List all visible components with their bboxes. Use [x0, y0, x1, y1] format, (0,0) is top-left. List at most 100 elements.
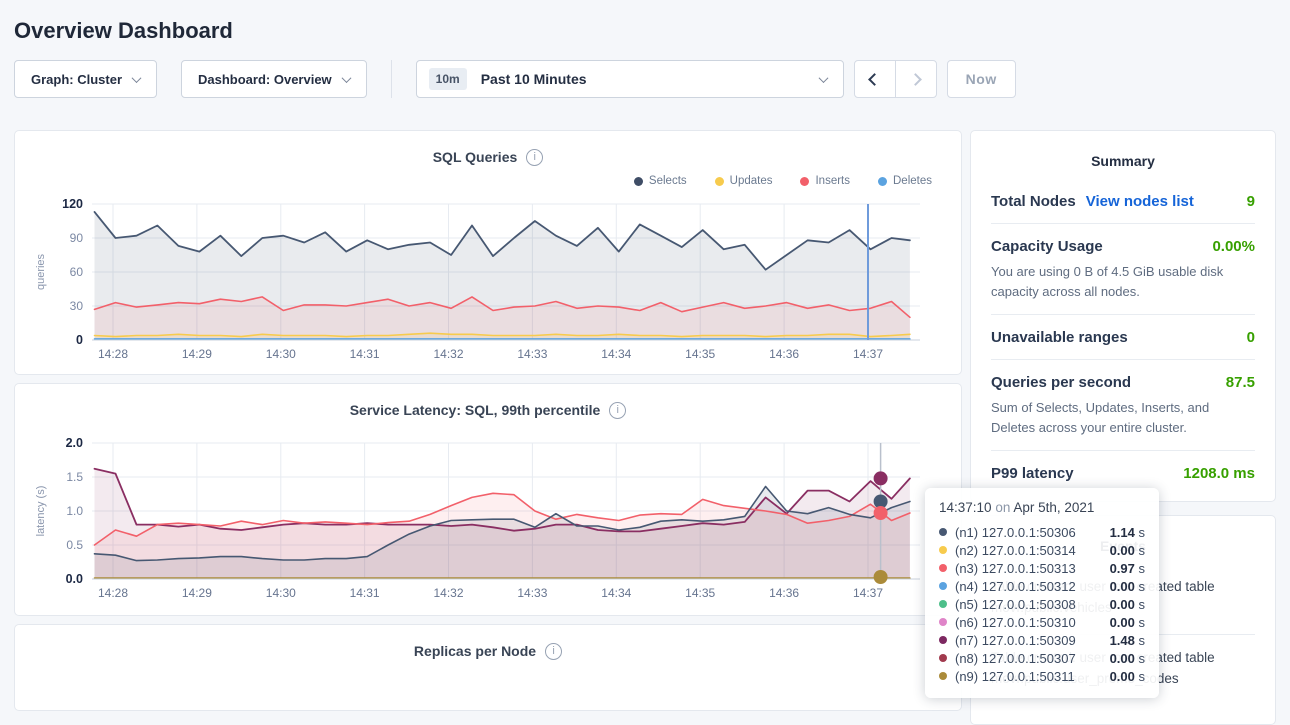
- svg-text:14:34: 14:34: [601, 347, 631, 361]
- svg-text:14:31: 14:31: [350, 347, 380, 361]
- svg-text:2.0: 2.0: [66, 436, 83, 450]
- tooltip-node-value: 0.00 s: [1110, 615, 1145, 630]
- summary-row: Capacity Usage0.00%You are using 0 B of …: [991, 224, 1255, 315]
- time-range-selector[interactable]: 10m Past 10 Minutes: [416, 60, 844, 98]
- legend-dot-icon: [800, 177, 809, 186]
- service-latency-card: Service Latency: SQL, 99th percentile i …: [14, 383, 962, 616]
- legend-label: Deletes: [893, 175, 932, 187]
- tooltip-node-row: (n6) 127.0.0.1:50310 0.00 s: [939, 613, 1145, 631]
- summary-value: 0: [1247, 329, 1255, 346]
- controls-divider: [391, 60, 392, 98]
- svg-text:14:33: 14:33: [517, 347, 547, 361]
- legend-dot-icon: [634, 177, 643, 186]
- svg-text:14:28: 14:28: [98, 586, 128, 600]
- now-button[interactable]: Now: [947, 60, 1016, 98]
- graph-dropdown-label: Graph: Cluster: [31, 72, 122, 87]
- tooltip-node-label: (n6) 127.0.0.1:50310: [955, 615, 1076, 630]
- svg-text:1.0: 1.0: [66, 504, 83, 518]
- svg-text:0: 0: [76, 333, 83, 347]
- legend-label: Inserts: [815, 175, 850, 187]
- info-icon[interactable]: i: [609, 402, 626, 419]
- svg-text:queries: queries: [35, 253, 47, 290]
- svg-text:14:35: 14:35: [685, 586, 715, 600]
- svg-text:60: 60: [70, 265, 84, 279]
- legend-item-updates[interactable]: Updates: [715, 175, 773, 187]
- tooltip-node-label: (n8) 127.0.0.1:50307: [955, 651, 1076, 666]
- svg-text:14:31: 14:31: [350, 586, 380, 600]
- summary-label: P99 latency: [991, 465, 1074, 482]
- svg-text:120: 120: [62, 197, 83, 211]
- svg-text:14:29: 14:29: [182, 586, 212, 600]
- tooltip-node-row: (n5) 127.0.0.1:50308 0.00 s: [939, 595, 1145, 613]
- page-title: Overview Dashboard: [14, 18, 1276, 44]
- tooltip-node-label: (n5) 127.0.0.1:50308: [955, 597, 1076, 612]
- svg-text:14:35: 14:35: [685, 347, 715, 361]
- series-dot-icon: [939, 546, 947, 554]
- svg-text:14:36: 14:36: [769, 347, 799, 361]
- legend-dot-icon: [878, 177, 887, 186]
- legend-item-deletes[interactable]: Deletes: [878, 175, 932, 187]
- svg-text:14:33: 14:33: [517, 586, 547, 600]
- series-dot-icon: [939, 528, 947, 536]
- summary-label: Queries per second: [991, 374, 1131, 391]
- charts-column: SQL Queries i Selects Updates Inserts Delet…: [14, 130, 962, 711]
- tooltip-node-value: 0.00 s: [1110, 651, 1145, 666]
- tooltip-node-row: (n8) 127.0.0.1:50307 0.00 s: [939, 649, 1145, 667]
- time-step-buttons: [854, 60, 937, 98]
- tooltip-node-label: (n1) 127.0.0.1:50306: [955, 525, 1076, 540]
- time-prev-button[interactable]: [855, 61, 895, 97]
- sql-queries-legend: Selects Updates Inserts Deletes: [30, 172, 932, 190]
- summary-label: Unavailable ranges: [991, 329, 1128, 346]
- tooltip-node-value: 1.48 s: [1110, 633, 1145, 648]
- svg-text:0.5: 0.5: [66, 538, 83, 552]
- service-latency-chart[interactable]: 0.00.51.01.52.014:2814:2914:3014:3114:32…: [30, 427, 948, 607]
- tooltip-node-value: 0.00 s: [1110, 597, 1145, 612]
- sql-queries-title: SQL Queries: [433, 149, 518, 165]
- sql-queries-card: SQL Queries i Selects Updates Inserts Delet…: [14, 130, 962, 375]
- summary-rows: Total Nodes View nodes list 9 Capacity Usag…: [991, 179, 1255, 495]
- tooltip-node-value: 0.00 s: [1110, 543, 1145, 558]
- info-icon[interactable]: i: [526, 149, 543, 166]
- tooltip-node-value: 0.97 s: [1110, 561, 1145, 576]
- info-icon[interactable]: i: [545, 643, 562, 660]
- tooltip-node-label: (n3) 127.0.0.1:50313: [955, 561, 1076, 576]
- summary-row: Unavailable ranges 0: [991, 315, 1255, 360]
- chevron-down-icon: [341, 73, 351, 83]
- legend-label: Updates: [730, 175, 773, 187]
- chevron-down-icon: [132, 73, 142, 83]
- series-dot-icon: [939, 564, 947, 572]
- legend-item-inserts[interactable]: Inserts: [800, 175, 850, 187]
- chart-tooltip: 14:37:10 on Apr 5th, 2021 (n1) 127.0.0.1…: [925, 488, 1159, 698]
- summary-description: You are using 0 B of 4.5 GiB usable disk…: [991, 262, 1255, 301]
- tooltip-node-row: (n3) 127.0.0.1:50313 0.97 s: [939, 559, 1145, 577]
- summary-value: 1208.0 ms: [1183, 465, 1255, 482]
- sql-queries-chart[interactable]: 030609012014:2814:2914:3014:3114:3214:33…: [30, 190, 948, 366]
- svg-text:14:37: 14:37: [853, 586, 883, 600]
- series-dot-icon: [939, 654, 947, 662]
- dashboard-dropdown[interactable]: Dashboard: Overview: [181, 60, 367, 98]
- summary-value: 9: [1247, 193, 1255, 210]
- summary-value: 87.5: [1226, 374, 1255, 391]
- view-nodes-list-link[interactable]: View nodes list: [1086, 193, 1194, 210]
- time-range-label: Past 10 Minutes: [481, 71, 587, 87]
- legend-item-selects[interactable]: Selects: [634, 175, 687, 187]
- tooltip-rows: (n1) 127.0.0.1:50306 1.14 s(n2) 127.0.0.1…: [939, 523, 1145, 685]
- svg-text:latency (s): latency (s): [35, 486, 47, 537]
- replicas-per-node-title: Replicas per Node: [414, 643, 536, 659]
- tooltip-node-row: (n9) 127.0.0.1:503110.00 s: [939, 667, 1145, 685]
- tooltip-timestamp: 14:37:10 on Apr 5th, 2021: [939, 500, 1145, 515]
- tooltip-node-row: (n7) 127.0.0.1:503091.48 s: [939, 631, 1145, 649]
- service-latency-title: Service Latency: SQL, 99th percentile: [350, 402, 601, 418]
- summary-row: Total Nodes View nodes list 9: [991, 179, 1255, 224]
- summary-description: Sum of Selects, Updates, Inserts, and De…: [991, 398, 1255, 437]
- chevron-left-icon: [868, 73, 881, 86]
- legend-dot-icon: [715, 177, 724, 186]
- svg-text:90: 90: [70, 231, 84, 245]
- summary-label: Total Nodes: [991, 193, 1076, 210]
- graph-dropdown[interactable]: Graph: Cluster: [14, 60, 157, 98]
- svg-text:14:28: 14:28: [98, 347, 128, 361]
- replicas-per-node-card: Replicas per Node i: [14, 624, 962, 711]
- tooltip-node-row: (n2) 127.0.0.1:503140.00 s: [939, 541, 1145, 559]
- tooltip-node-value: 1.14 s: [1110, 525, 1145, 540]
- time-next-button[interactable]: [896, 61, 936, 97]
